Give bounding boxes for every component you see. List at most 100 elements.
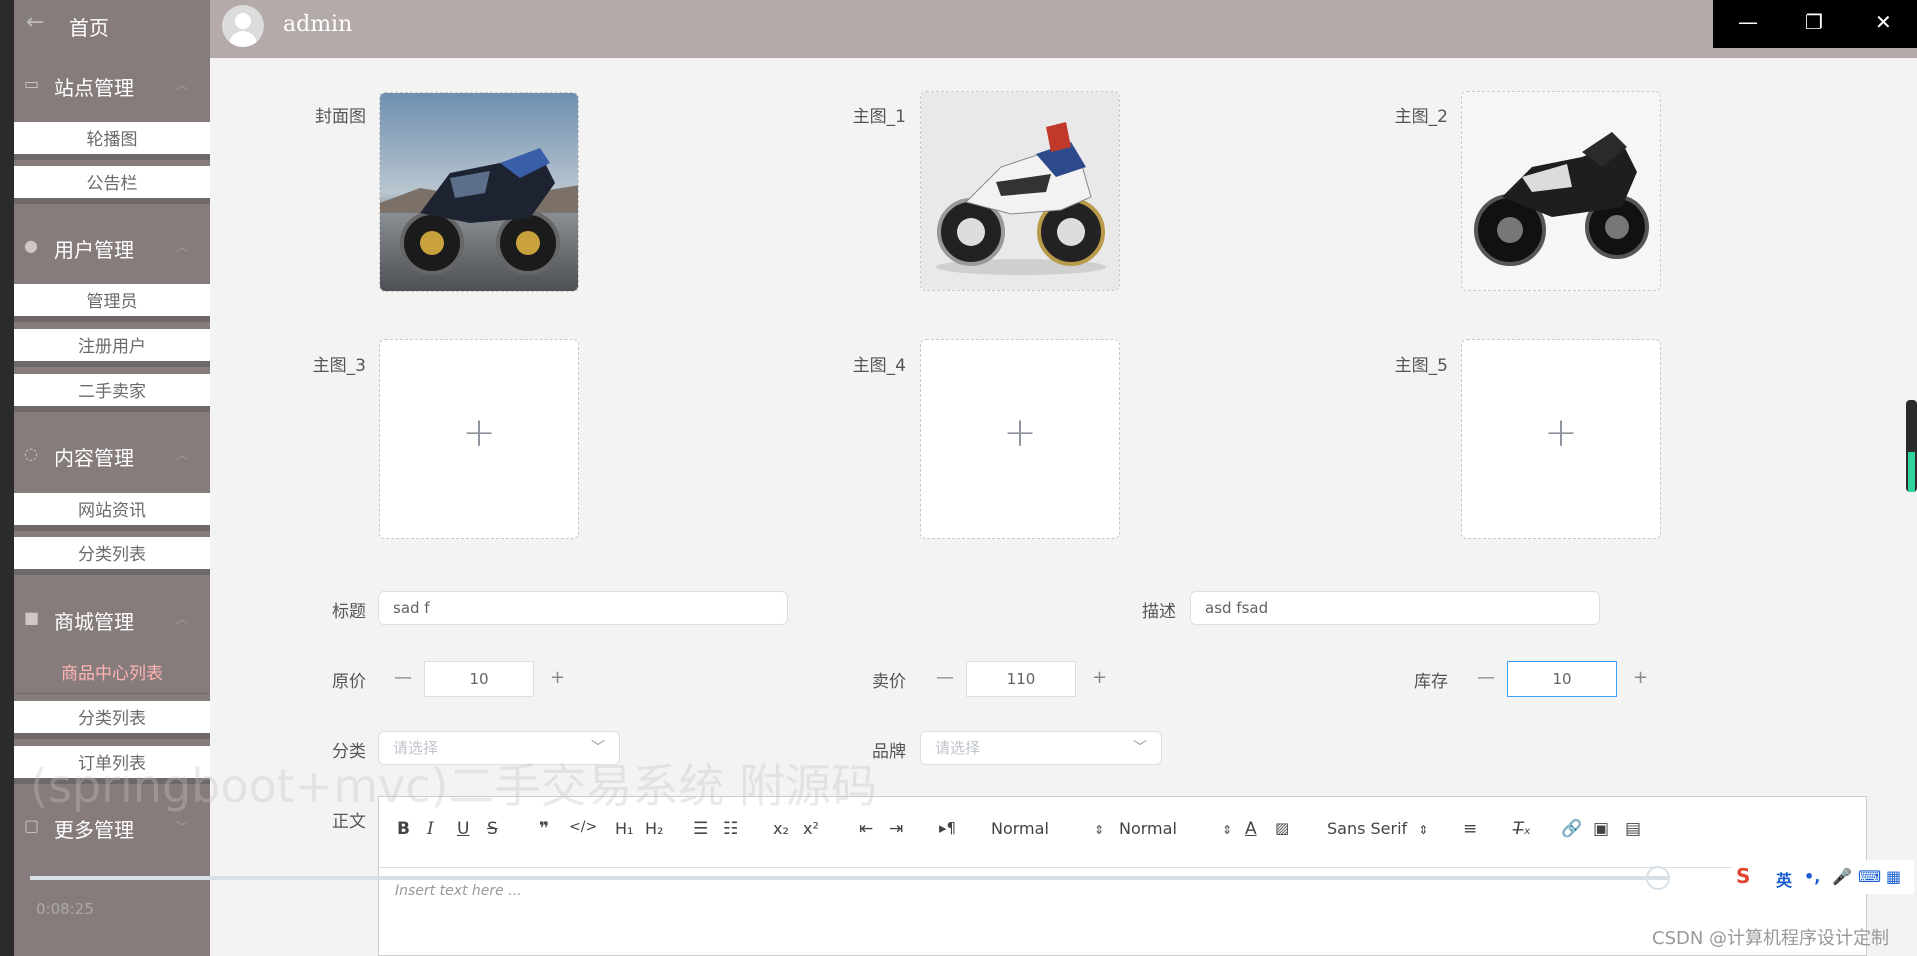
sidebar-group-site[interactable]: ▭ 站点管理 ︿ (14, 60, 210, 110)
plus-icon: + (462, 410, 496, 456)
align-icon[interactable]: ≡ (1463, 819, 1477, 839)
stock-input[interactable]: 10 (1507, 661, 1617, 697)
keyboard-icon[interactable]: ⌨ (1858, 867, 1881, 886)
video-subtitle-overlay: (springboot+mvc)二手交易系统 附源码 (30, 759, 878, 813)
main-image-1-label: 主图_1 (852, 107, 906, 127)
bullet-list-icon[interactable]: ☷ (723, 819, 738, 839)
brand-select[interactable]: 请选择 ﹀ (920, 731, 1162, 765)
outdent-icon[interactable]: ⇤ (859, 819, 873, 839)
sidebar-group-label: 站点管理 (54, 76, 134, 100)
original-price-label: 原价 (332, 672, 366, 692)
main-image-2-label: 主图_2 (1394, 107, 1448, 127)
sidebar-group-label: 商城管理 (54, 610, 134, 634)
updown-icon: ⇕ (1418, 823, 1429, 837)
heading-2-icon[interactable]: H₂ (645, 819, 663, 838)
font-color-icon[interactable]: A (1245, 819, 1257, 839)
strikethrough-icon[interactable]: S (487, 819, 498, 839)
sidebar-group-shop[interactable]: ■ 商城管理 ︿ (14, 594, 210, 644)
plus-icon[interactable]: + (1633, 667, 1648, 688)
apps-grid-icon[interactable]: ▦ (1886, 867, 1901, 886)
ordered-list-icon[interactable]: ☰ (693, 819, 708, 839)
minus-icon[interactable]: — (936, 667, 954, 688)
editor-content[interactable]: Insert text here ... (395, 883, 522, 899)
sidebar-item-registered-users[interactable]: 注册用户 (14, 329, 210, 367)
sidebar-item-product-category[interactable]: 分类列表 (14, 701, 210, 739)
sale-price-label: 卖价 (872, 672, 906, 692)
video-progress-knob[interactable] (1646, 866, 1670, 890)
header-select[interactable]: Normal ⇕ (991, 819, 1104, 838)
bold-icon[interactable]: B (397, 819, 410, 839)
motorcycle-image (921, 92, 1119, 290)
minimize-icon[interactable]: — (1738, 10, 1758, 34)
chevron-up-icon: ︿ (175, 448, 188, 462)
cover-image-uploader[interactable] (379, 92, 579, 292)
minus-icon[interactable]: — (394, 667, 412, 688)
sale-price-input[interactable]: 110 (966, 661, 1076, 697)
punctuation-icon[interactable]: •, (1804, 867, 1820, 886)
superscript-icon[interactable]: x² (803, 819, 819, 838)
copy-icon: ▢ (24, 816, 40, 835)
sogou-logo-icon[interactable]: S (1736, 864, 1750, 888)
size-select-value: Normal (1119, 819, 1177, 838)
sidebar-group-users[interactable]: ● 用户管理 ︿ (14, 222, 210, 272)
font-family-select-value: Sans Serif (1327, 819, 1408, 838)
text-direction-icon[interactable]: ▸¶ (939, 819, 956, 837)
video-icon[interactable]: ▤ (1625, 819, 1641, 839)
brand-select-placeholder: 请选择 (935, 739, 981, 757)
main-image-4-uploader[interactable]: + (920, 339, 1120, 539)
sidebar-item-products[interactable]: 商品中心列表 (14, 656, 210, 694)
font-family-select[interactable]: Sans Serif ⇕ (1327, 819, 1428, 838)
sidebar-item-admins[interactable]: 管理员 (14, 284, 210, 322)
main-image-3-uploader[interactable]: + (379, 339, 579, 539)
top-bar (210, 0, 1917, 58)
sidebar-group-content[interactable]: ◌ 内容管理 ︿ (14, 430, 210, 480)
back-arrow-icon[interactable]: ← (26, 10, 44, 35)
restore-icon[interactable]: ❐ (1805, 10, 1823, 34)
original-price-input[interactable]: 10 (424, 661, 534, 697)
avatar[interactable] (222, 5, 264, 47)
chevron-up-icon: ︿ (175, 78, 188, 92)
link-icon[interactable]: 🔗 (1561, 819, 1582, 839)
underline-icon[interactable]: U (457, 819, 469, 839)
background-color-icon[interactable]: ▨ (1275, 819, 1289, 837)
cover-image-label: 封面图 (315, 107, 366, 127)
main-image-1-uploader[interactable] (920, 91, 1120, 291)
main-image-2-uploader[interactable] (1461, 91, 1661, 291)
clear-format-icon[interactable]: T̶ₓ (1513, 819, 1531, 839)
sidebar-item-sellers[interactable]: 二手卖家 (14, 374, 210, 412)
image-icon[interactable]: ▣ (1593, 819, 1609, 839)
main-image-5-uploader[interactable]: + (1461, 339, 1661, 539)
sidebar-item-news-category[interactable]: 分类列表 (14, 537, 210, 575)
description-input[interactable]: asd fsad (1190, 591, 1600, 625)
sidebar-item-news[interactable]: 网站资讯 (14, 493, 210, 531)
sidebar-home[interactable]: ← 首页 (14, 0, 210, 48)
lock-icon: ■ (24, 608, 40, 627)
sidebar-item-notice[interactable]: 公告栏 (14, 166, 210, 204)
stock-stepper: — 10 + (1461, 661, 1671, 697)
original-price-stepper: — 10 + (378, 661, 578, 697)
blockquote-icon[interactable]: ❞ (539, 819, 549, 839)
italic-icon[interactable]: I (427, 819, 434, 839)
code-block-icon[interactable]: </> (569, 819, 597, 835)
plus-icon[interactable]: + (550, 667, 565, 688)
sidebar-group-label: 更多管理 (54, 818, 134, 842)
main-image-5-label: 主图_5 (1394, 356, 1448, 376)
stock-label: 库存 (1414, 672, 1448, 692)
video-timecode: 0:08:25 (36, 900, 94, 918)
title-input[interactable]: sad f (378, 591, 788, 625)
sidebar-group-label: 用户管理 (54, 238, 134, 262)
subscript-icon[interactable]: x₂ (773, 819, 789, 838)
description-label: 描述 (1142, 602, 1176, 622)
minus-icon[interactable]: — (1477, 667, 1495, 688)
plus-icon: + (1003, 410, 1037, 456)
size-select[interactable]: Normal ⇕ (1119, 819, 1232, 838)
chevron-down-icon: ﹀ (1133, 740, 1147, 756)
close-icon[interactable]: ✕ (1875, 10, 1892, 34)
indent-icon[interactable]: ⇥ (889, 819, 903, 839)
video-progress-bar[interactable] (30, 876, 1670, 880)
heading-1-icon[interactable]: H₁ (615, 819, 633, 838)
plus-icon[interactable]: + (1092, 667, 1107, 688)
sidebar-item-carousel[interactable]: 轮播图 (14, 122, 210, 160)
ime-language[interactable]: 英 (1776, 867, 1792, 891)
microphone-icon[interactable]: 🎤 (1832, 867, 1852, 886)
